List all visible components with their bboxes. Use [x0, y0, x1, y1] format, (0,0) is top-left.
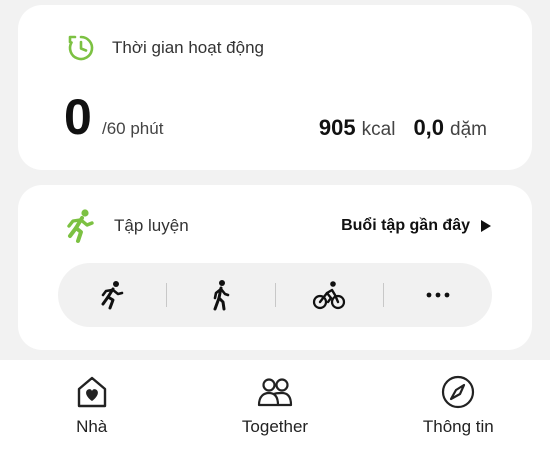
running-button[interactable] [58, 263, 166, 327]
home-heart-icon [77, 376, 106, 408]
people-icon [257, 378, 293, 407]
activity-shortcuts [58, 263, 492, 327]
activity-stats: 905 kcal 0,0 dặm [319, 115, 487, 141]
active-minutes-value: 0 [64, 89, 92, 145]
distance-value: 0,0 [413, 115, 445, 140]
cycling-button[interactable] [276, 263, 384, 327]
more-icon [426, 292, 450, 298]
bottom-navigation: Nhà Together Thông tin [0, 360, 550, 450]
calories-unit: kcal [361, 119, 396, 140]
nav-home-label: Nhà [76, 417, 108, 436]
play-arrow-icon [481, 220, 491, 232]
running-icon [101, 281, 124, 310]
walking-icon [213, 280, 229, 311]
cycling-icon [313, 281, 346, 310]
nav-together-label: Together [241, 417, 309, 436]
active-time-card[interactable]: Thời gian hoạt động 0 /60 phút 905 kcal … [18, 5, 532, 170]
workout-card: Tập luyện Buổi tập gần đây [18, 185, 532, 350]
nav-discover[interactable]: Thông tin [367, 360, 550, 450]
nav-home[interactable]: Nhà [0, 360, 183, 450]
workout-header[interactable]: Tập luyện [64, 208, 189, 244]
workout-title: Tập luyện [114, 216, 189, 235]
walking-button[interactable] [167, 263, 275, 327]
nav-discover-label: Thông tin [422, 417, 494, 436]
active-time-header: Thời gian hoạt động [66, 33, 264, 63]
active-time-title: Thời gian hoạt động [112, 38, 264, 57]
running-icon [67, 209, 94, 243]
nav-together[interactable]: Together [183, 360, 366, 450]
active-minutes-goal: /60 phút [102, 119, 164, 138]
distance-unit: dặm [450, 119, 487, 140]
compass-icon [442, 375, 475, 409]
timer-icon [68, 35, 94, 61]
recent-workouts-link[interactable]: Buổi tập gần đây [341, 217, 492, 235]
more-activities-button[interactable] [384, 263, 492, 327]
calories-value: 905 [318, 115, 356, 140]
recent-workouts-label: Buổi tập gần đây [341, 217, 470, 234]
